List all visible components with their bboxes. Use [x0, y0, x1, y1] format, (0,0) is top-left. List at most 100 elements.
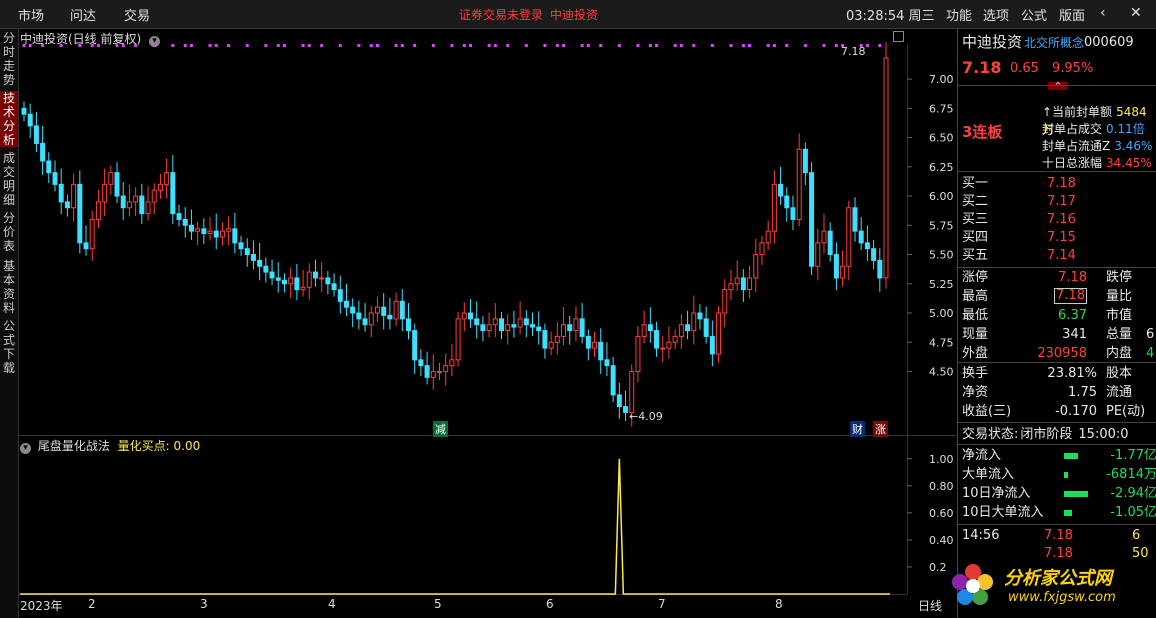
candle-body[interactable] — [542, 330, 548, 349]
candle-body[interactable] — [281, 279, 287, 285]
candle-body[interactable] — [790, 207, 796, 220]
candle-body[interactable] — [660, 347, 666, 350]
candle-body[interactable] — [641, 324, 647, 337]
candle-body[interactable] — [499, 318, 505, 332]
candle-body[interactable] — [77, 183, 83, 244]
candle-body[interactable] — [511, 324, 517, 328]
candle-body[interactable] — [480, 324, 486, 332]
candle-body[interactable] — [561, 324, 567, 337]
candle-body[interactable] — [492, 318, 498, 326]
candle-body[interactable] — [21, 107, 27, 115]
candle-body[interactable] — [827, 230, 833, 256]
candle-body[interactable] — [151, 189, 157, 203]
candle-body[interactable] — [269, 271, 275, 279]
candle-body[interactable] — [120, 195, 126, 209]
candle-body[interactable] — [275, 277, 281, 281]
candle-body[interactable] — [765, 230, 771, 244]
concept-tag[interactable]: 北交所概念 — [1024, 34, 1084, 52]
candle-body[interactable] — [685, 324, 691, 332]
candle-body[interactable] — [598, 341, 604, 361]
candle-body[interactable] — [412, 330, 418, 361]
candle-body[interactable] — [871, 248, 877, 261]
candle-body[interactable] — [647, 324, 653, 332]
candle-body[interactable] — [852, 207, 858, 232]
candle-body[interactable] — [796, 148, 802, 220]
candle-body[interactable] — [387, 314, 393, 320]
candle-body[interactable] — [771, 183, 777, 232]
candle-body[interactable] — [374, 306, 380, 314]
candle-body[interactable] — [579, 318, 585, 337]
candle-body[interactable] — [164, 172, 170, 185]
candle-body[interactable] — [468, 312, 474, 320]
candle-body[interactable] — [666, 341, 672, 349]
candle-body[interactable] — [567, 324, 573, 332]
candle-body[interactable] — [331, 283, 337, 291]
candle-body[interactable] — [629, 371, 635, 413]
candle-body[interactable] — [517, 318, 523, 328]
candle-body[interactable] — [288, 277, 294, 285]
candle-body[interactable] — [250, 254, 256, 261]
candle-body[interactable] — [182, 218, 188, 226]
candle-body[interactable] — [337, 289, 343, 302]
candle-body[interactable] — [436, 371, 442, 374]
candle-body[interactable] — [623, 406, 629, 413]
candle-body[interactable] — [71, 183, 77, 209]
candle-body[interactable] — [207, 230, 213, 234]
candle-body[interactable] — [759, 242, 765, 256]
candle-body[interactable] — [89, 218, 95, 250]
candle-body[interactable] — [399, 300, 405, 320]
candle-body[interactable] — [188, 224, 194, 232]
candle-body[interactable] — [424, 365, 430, 378]
candle-body[interactable] — [709, 335, 715, 355]
candle-body[interactable] — [145, 201, 151, 215]
period-label[interactable]: 日线 — [918, 597, 942, 614]
candle-body[interactable] — [728, 283, 734, 291]
candle-body[interactable] — [40, 142, 46, 162]
candle-body[interactable] — [300, 286, 306, 291]
candle-body[interactable] — [27, 113, 33, 127]
bid-row[interactable]: 买四 7.15 — [962, 229, 1152, 247]
candle-body[interactable] — [195, 228, 201, 232]
candle-body[interactable] — [83, 242, 89, 250]
candle-body[interactable] — [368, 312, 374, 326]
candle-body[interactable] — [474, 318, 480, 326]
chevron-down-icon[interactable]: ▾ — [20, 443, 31, 454]
candle-body[interactable] — [126, 201, 132, 209]
candle-body[interactable] — [747, 277, 753, 291]
candle-body[interactable] — [616, 394, 622, 408]
candle-body[interactable] — [226, 228, 232, 232]
tag-rise[interactable]: 涨 — [873, 421, 888, 437]
candle-body[interactable] — [176, 213, 182, 220]
candle-body[interactable] — [114, 172, 120, 197]
candle-body[interactable] — [858, 230, 864, 244]
candle-body[interactable] — [486, 324, 492, 332]
candle-body[interactable] — [554, 335, 560, 343]
candle-body[interactable] — [548, 341, 554, 349]
candle-body[interactable] — [33, 125, 39, 144]
candle-body[interactable] — [678, 324, 684, 337]
candle-body[interactable] — [294, 277, 300, 291]
chevron-up-icon[interactable]: ^ — [1048, 82, 1068, 90]
candle-body[interactable] — [381, 306, 387, 316]
candle-body[interactable] — [58, 183, 64, 203]
candle-body[interactable] — [697, 312, 703, 320]
candle-body[interactable] — [672, 335, 678, 343]
candle-body[interactable] — [716, 312, 722, 355]
candle-body[interactable] — [461, 312, 467, 320]
candle-body[interactable] — [133, 195, 139, 203]
tag-reduce[interactable]: 减 — [433, 421, 448, 437]
candle-body[interactable] — [604, 359, 610, 367]
candle-body[interactable] — [325, 277, 331, 285]
candle-body[interactable] — [170, 172, 176, 215]
candle-body[interactable] — [635, 335, 641, 373]
candle-body[interactable] — [64, 201, 70, 209]
candle-body[interactable] — [846, 207, 852, 267]
candle-body[interactable] — [263, 265, 269, 273]
candle-body[interactable] — [722, 289, 728, 314]
candle-body[interactable] — [350, 306, 356, 314]
candle-body[interactable] — [418, 359, 424, 367]
candle-body[interactable] — [883, 57, 889, 279]
candle-body[interactable] — [802, 148, 808, 174]
candle-body[interactable] — [238, 242, 244, 250]
candle-body[interactable] — [219, 230, 225, 238]
